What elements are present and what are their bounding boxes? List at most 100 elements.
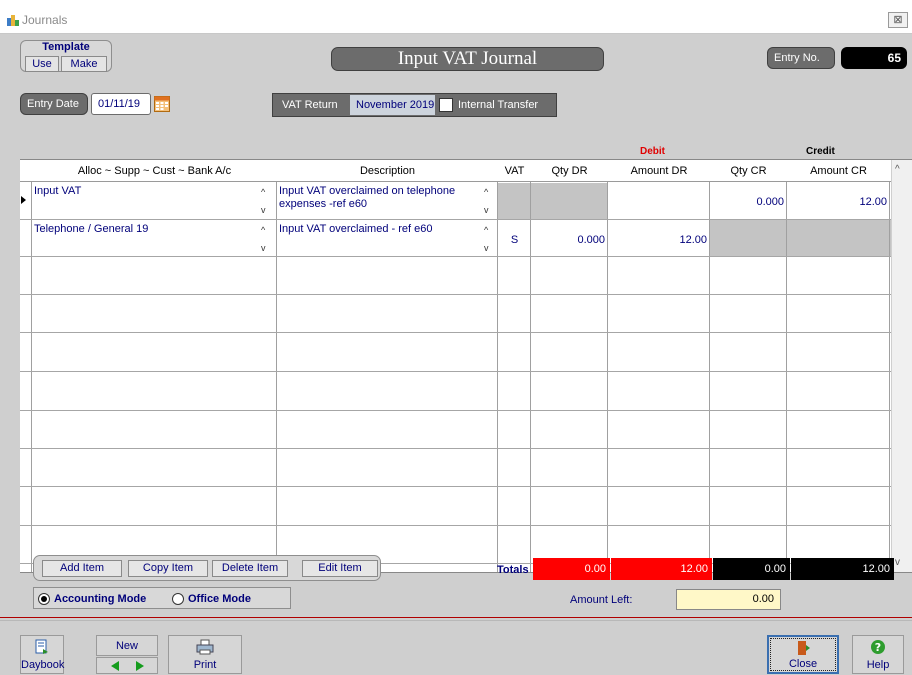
record-navigation	[96, 657, 158, 674]
entry-date-field[interactable]: 01/11/19	[91, 93, 151, 115]
internal-transfer-checkbox[interactable]	[439, 98, 453, 112]
column-amount-dr	[608, 160, 710, 572]
daybook-label: Daybook	[21, 659, 65, 671]
accounting-mode-radio[interactable]	[38, 593, 50, 605]
template-use-button[interactable]: Use	[25, 56, 59, 72]
new-button[interactable]: New	[96, 635, 158, 656]
print-button[interactable]: Print	[168, 635, 242, 674]
row-divider	[20, 410, 912, 411]
office-mode-radio[interactable]	[172, 593, 184, 605]
scroll-up-arrow-icon[interactable]: ^	[895, 164, 900, 175]
print-label: Print	[193, 659, 217, 671]
daybook-button[interactable]: Daybook	[20, 635, 64, 674]
row-divider	[20, 525, 912, 526]
journals-app-icon	[7, 15, 19, 26]
window-titlebar: Journals ⊠	[0, 0, 912, 34]
close-label: Close	[788, 658, 818, 670]
scroll-down-arrow-icon[interactable]: v	[895, 557, 900, 568]
vat-return-field[interactable]: November 2019	[350, 95, 435, 115]
row1-amount-cr[interactable]: 12.00	[787, 196, 887, 208]
daybook-icon	[35, 639, 48, 654]
row1-qty-cr[interactable]: 0.000	[710, 196, 784, 208]
row-divider	[20, 486, 912, 487]
row2-vat[interactable]: S	[498, 234, 531, 246]
row-indicator-column	[20, 160, 32, 572]
separator-red	[0, 617, 912, 618]
svg-text:?: ?	[875, 641, 881, 654]
entry-date-label: Entry Date	[20, 93, 88, 115]
header-amount-cr[interactable]: Amount CR	[787, 165, 890, 177]
internal-transfer-label: Internal Transfer	[458, 99, 539, 111]
column-description	[277, 160, 498, 572]
accounting-mode-label[interactable]: Accounting Mode	[54, 593, 146, 605]
row-divider	[20, 294, 912, 295]
header-vat[interactable]: VAT	[498, 165, 531, 177]
header-qty-cr[interactable]: Qty CR	[710, 165, 787, 177]
header-amount-dr[interactable]: Amount DR	[608, 165, 710, 177]
header-account[interactable]: Alloc ~ Supp ~ Cust ~ Bank A/c	[32, 165, 277, 177]
entry-no-value: 65	[841, 47, 907, 69]
total-qty-cr: 0.00	[713, 558, 790, 580]
current-row-pointer-icon	[21, 196, 26, 204]
row2-account-down-arrow-icon[interactable]: v	[261, 243, 266, 253]
row2-account[interactable]: Telephone / General 19	[34, 223, 259, 235]
amount-left-label: Amount Left:	[570, 594, 633, 606]
row2-description-down-arrow-icon[interactable]: v	[484, 243, 489, 253]
delete-item-button[interactable]: Delete Item	[212, 560, 288, 577]
total-amount-cr: 12.00	[791, 558, 894, 580]
row1-account-down-arrow-icon[interactable]: v	[261, 205, 266, 215]
row2-amount-dr[interactable]: 12.00	[608, 234, 707, 246]
office-mode-label[interactable]: Office Mode	[188, 593, 251, 605]
exit-door-icon	[798, 641, 810, 655]
amount-left-value: 0.00	[676, 589, 781, 610]
new-label: New	[115, 640, 138, 652]
row2-description-up-arrow-icon[interactable]: ^	[484, 225, 488, 235]
header-qty-dr[interactable]: Qty DR	[531, 165, 608, 177]
row2-description[interactable]: Input VAT overclaimed - ref e60	[279, 223, 479, 235]
template-label: Template	[42, 41, 90, 53]
row1-description[interactable]: Input VAT overclaimed on telephone expen…	[279, 185, 479, 211]
row2-account-up-arrow-icon[interactable]: ^	[261, 225, 265, 235]
row1-description-up-arrow-icon[interactable]: ^	[484, 187, 488, 197]
row-divider	[20, 332, 912, 333]
add-item-button[interactable]: Add Item	[42, 560, 122, 577]
grid-header: Alloc ~ Supp ~ Cust ~ Bank A/c Descripti…	[20, 160, 912, 182]
row-divider	[20, 219, 912, 220]
copy-item-button[interactable]: Copy Item	[128, 560, 208, 577]
entry-no-label: Entry No.	[767, 47, 835, 69]
item-actions-group: Add Item Copy Item Delete Item Edit Item	[33, 555, 381, 581]
previous-arrow-icon[interactable]	[111, 661, 119, 671]
close-button[interactable]: Close	[767, 635, 839, 674]
help-button[interactable]: ? Help	[852, 635, 904, 674]
row1-description-down-arrow-icon[interactable]: v	[484, 205, 489, 215]
journal-grid[interactable]: Alloc ~ Supp ~ Cust ~ Bank A/c Descripti…	[20, 159, 912, 573]
vat-return-group: VAT Return November 2019 Internal Transf…	[272, 93, 557, 117]
credit-group-header: Credit	[806, 146, 835, 157]
grid-vertical-scrollbar[interactable]: ^ v	[891, 160, 912, 572]
next-arrow-icon[interactable]	[136, 661, 144, 671]
header-description[interactable]: Description	[277, 165, 498, 177]
template-group: Template Use Make	[20, 40, 112, 72]
total-qty-dr: 0.00	[533, 558, 610, 580]
total-amount-dr: 12.00	[611, 558, 712, 580]
journal-panel: Template Use Make Input VAT Journal Entr…	[0, 35, 912, 675]
row1-account-up-arrow-icon[interactable]: ^	[261, 187, 265, 197]
calendar-icon[interactable]	[154, 95, 170, 112]
template-make-button[interactable]: Make	[61, 56, 107, 72]
column-qty-cr	[710, 160, 787, 572]
column-qty-dr	[531, 160, 608, 572]
row-divider	[20, 256, 912, 257]
column-amount-cr	[787, 160, 890, 572]
row-divider	[20, 448, 912, 449]
vat-return-label: VAT Return	[282, 99, 338, 111]
row1-account[interactable]: Input VAT	[34, 185, 259, 197]
printer-icon	[196, 639, 214, 655]
column-vat	[498, 160, 531, 572]
debit-group-header: Debit	[640, 146, 665, 157]
row-divider	[20, 371, 912, 372]
window-close-button[interactable]: ⊠	[888, 12, 908, 28]
row2-qty-dr[interactable]: 0.000	[531, 234, 605, 246]
edit-item-button[interactable]: Edit Item	[302, 560, 378, 577]
help-label: Help	[866, 659, 890, 671]
mode-group: Accounting Mode Office Mode	[33, 587, 291, 609]
